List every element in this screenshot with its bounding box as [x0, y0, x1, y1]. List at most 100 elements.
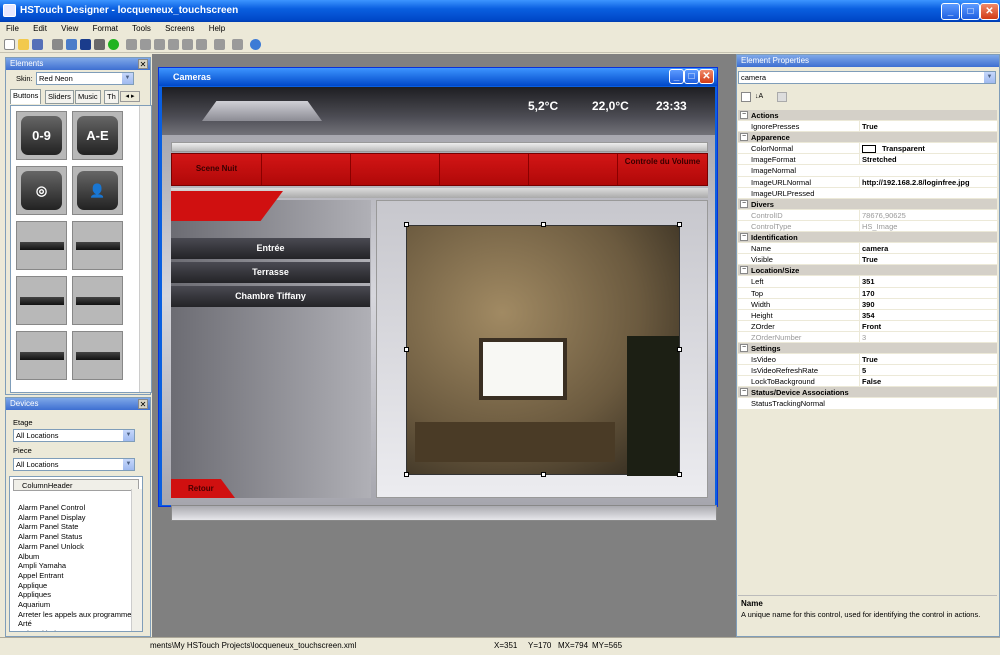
- open-folder-icon[interactable]: [18, 39, 29, 50]
- property-row[interactable]: IsVideoRefreshRate 5: [738, 365, 997, 377]
- refresh-icon[interactable]: [94, 39, 105, 50]
- menu-tools[interactable]: Tools: [126, 22, 157, 33]
- empty-scene-button[interactable]: [262, 154, 351, 185]
- property-value[interactable]: Transparent: [859, 143, 997, 155]
- save-icon[interactable]: [32, 39, 43, 50]
- volume-control-button[interactable]: Controle du Volume: [618, 154, 707, 185]
- elements-close-icon[interactable]: ✕: [138, 59, 148, 69]
- property-category[interactable]: − Divers: [738, 198, 997, 210]
- chevron-down-icon[interactable]: ▼: [123, 459, 134, 470]
- device-list-item[interactable]: Album: [10, 552, 142, 562]
- tab-sliders[interactable]: Sliders: [45, 90, 74, 104]
- collapse-icon[interactable]: −: [740, 133, 748, 142]
- menu-file[interactable]: File: [0, 22, 25, 33]
- property-value[interactable]: Stretched: [859, 154, 997, 166]
- property-row[interactable]: ImageFormat Stretched: [738, 154, 997, 166]
- device-list-item[interactable]: Aquarium: [10, 600, 142, 610]
- property-row[interactable]: Visible True: [738, 254, 997, 266]
- same-size-icon[interactable]: [214, 39, 225, 50]
- resize-handle[interactable]: [541, 222, 546, 227]
- categorized-icon[interactable]: [741, 92, 751, 102]
- gallery-slab[interactable]: [16, 276, 67, 325]
- menu-format[interactable]: Format: [87, 22, 124, 33]
- property-pages-icon[interactable]: [777, 92, 787, 102]
- property-row[interactable]: Left 351: [738, 276, 997, 288]
- property-row[interactable]: Top 170: [738, 287, 997, 299]
- chevron-down-icon[interactable]: ▼: [123, 430, 134, 441]
- property-value[interactable]: http://192.168.2.8/loginfree.jpg: [859, 176, 997, 188]
- resize-handle[interactable]: [677, 222, 682, 227]
- property-row[interactable]: ZOrder Front: [738, 320, 997, 332]
- property-value[interactable]: 5: [859, 365, 997, 377]
- resize-handle[interactable]: [677, 472, 682, 477]
- sort-alpha-icon[interactable]: ↓A: [755, 92, 765, 102]
- screen-icon[interactable]: [80, 39, 91, 50]
- property-row[interactable]: IgnorePresses True: [738, 121, 997, 133]
- menu-view[interactable]: View: [55, 22, 84, 33]
- property-row[interactable]: Width 390: [738, 298, 997, 310]
- property-row[interactable]: LockToBackground False: [738, 376, 997, 388]
- align-top-icon[interactable]: [168, 39, 179, 50]
- property-row[interactable]: Name camera: [738, 243, 997, 255]
- align-middle-icon[interactable]: [182, 39, 193, 50]
- device-list-item[interactable]: Arreter les appels aux programmes: [10, 610, 142, 620]
- property-value[interactable]: True: [859, 354, 997, 366]
- chevron-down-icon[interactable]: ▼: [984, 72, 995, 83]
- device-list-item[interactable]: Alarm Panel Display: [10, 513, 142, 523]
- align-center-icon[interactable]: [140, 39, 151, 50]
- collapse-icon[interactable]: −: [740, 266, 748, 275]
- tab-scroll-arrows[interactable]: ◂ ▸: [120, 91, 140, 102]
- property-value[interactable]: HS_Image: [859, 220, 997, 232]
- gallery-slab[interactable]: [72, 221, 123, 270]
- property-value[interactable]: 351: [859, 276, 997, 288]
- property-value[interactable]: True: [859, 121, 997, 133]
- devices-close-icon[interactable]: ✕: [138, 399, 148, 409]
- resize-handle[interactable]: [541, 472, 546, 477]
- room-button-chambre-tiffany[interactable]: Chambre Tiffany: [171, 286, 370, 307]
- property-row[interactable]: StatusTrackingNormal: [738, 398, 997, 410]
- gallery-slab[interactable]: [72, 331, 123, 380]
- devices-scrollbar[interactable]: [131, 489, 142, 631]
- gallery-button-0-9[interactable]: 0-9: [16, 111, 67, 160]
- close-button[interactable]: ✕: [980, 3, 999, 20]
- piece-select[interactable]: All Locations ▼: [13, 458, 135, 471]
- device-list-item[interactable]: Alarm Panel Status: [10, 532, 142, 542]
- gallery-slab[interactable]: [16, 331, 67, 380]
- gallery-button-a-e[interactable]: A-E: [72, 111, 123, 160]
- resize-handle[interactable]: [404, 222, 409, 227]
- menu-screens[interactable]: Screens: [159, 22, 200, 33]
- resize-handle[interactable]: [404, 347, 409, 352]
- property-row[interactable]: ZOrderNumber 3: [738, 331, 997, 343]
- room-button-entree[interactable]: Entrée: [171, 238, 370, 259]
- property-value[interactable]: False: [859, 376, 997, 388]
- grid-icon[interactable]: [52, 39, 63, 50]
- element-select[interactable]: camera ▼: [738, 71, 996, 84]
- property-row[interactable]: Height 354: [738, 309, 997, 321]
- property-value[interactable]: 390: [859, 298, 997, 310]
- property-row[interactable]: ImageURLNormal http://192.168.2.8/loginfr…: [738, 176, 997, 188]
- align-bottom-icon[interactable]: [196, 39, 207, 50]
- property-value[interactable]: 78676,90625: [859, 209, 997, 221]
- collapse-icon[interactable]: −: [740, 199, 748, 208]
- align-right-icon[interactable]: [154, 39, 165, 50]
- property-category[interactable]: − Actions: [738, 110, 997, 122]
- collapse-icon[interactable]: −: [740, 343, 748, 352]
- property-category[interactable]: − Settings: [738, 342, 997, 355]
- property-value[interactable]: camera: [859, 243, 997, 255]
- property-row[interactable]: IsVideo True: [738, 354, 997, 366]
- empty-scene-button[interactable]: [440, 154, 529, 185]
- property-row[interactable]: ControlType HS_Image: [738, 220, 997, 233]
- align-left-icon[interactable]: [126, 39, 137, 50]
- empty-scene-button[interactable]: [529, 154, 618, 185]
- collapse-icon[interactable]: −: [740, 233, 748, 242]
- property-row[interactable]: ColorNormal Transparent: [738, 143, 997, 155]
- property-category[interactable]: − Identification: [738, 232, 997, 244]
- gallery-button-user[interactable]: 👤: [72, 166, 123, 215]
- column-header[interactable]: ColumnHeader: [13, 479, 139, 491]
- device-list-item[interactable]: Applique: [10, 581, 142, 591]
- image-icon[interactable]: [66, 39, 77, 50]
- property-value[interactable]: Front: [859, 320, 997, 332]
- tab-buttons[interactable]: Buttons: [10, 89, 42, 104]
- collapse-icon[interactable]: −: [740, 111, 748, 119]
- device-list-item[interactable]: Alarm Panel Control: [10, 503, 142, 513]
